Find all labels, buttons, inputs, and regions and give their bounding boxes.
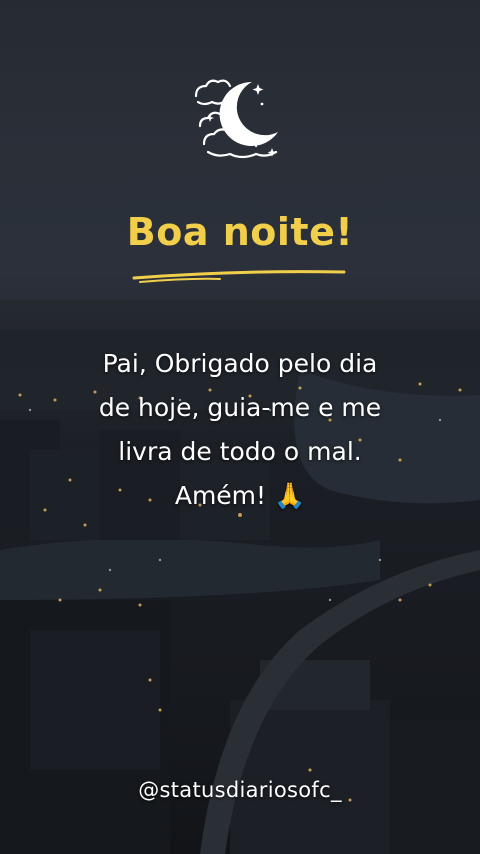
message-line: Pai, Obrigado pelo dia	[102, 349, 378, 378]
moon-icon	[190, 74, 290, 170]
prayer-message: Pai, Obrigado pelo dia de hoje, guia-me …	[40, 342, 440, 518]
status-image: Boa noite! Pai, Obrigado pelo dia de hoj…	[0, 0, 480, 854]
title-underline-decoration	[132, 270, 346, 283]
message-line: de hoje, guia-me e me	[98, 393, 382, 422]
message-line: livra de todo o mal.	[118, 437, 362, 466]
message-line: Amém! 🙏	[174, 481, 306, 510]
greeting-title: Boa noite!	[126, 210, 354, 254]
social-handle: @statusdiariosofc_	[138, 778, 342, 802]
